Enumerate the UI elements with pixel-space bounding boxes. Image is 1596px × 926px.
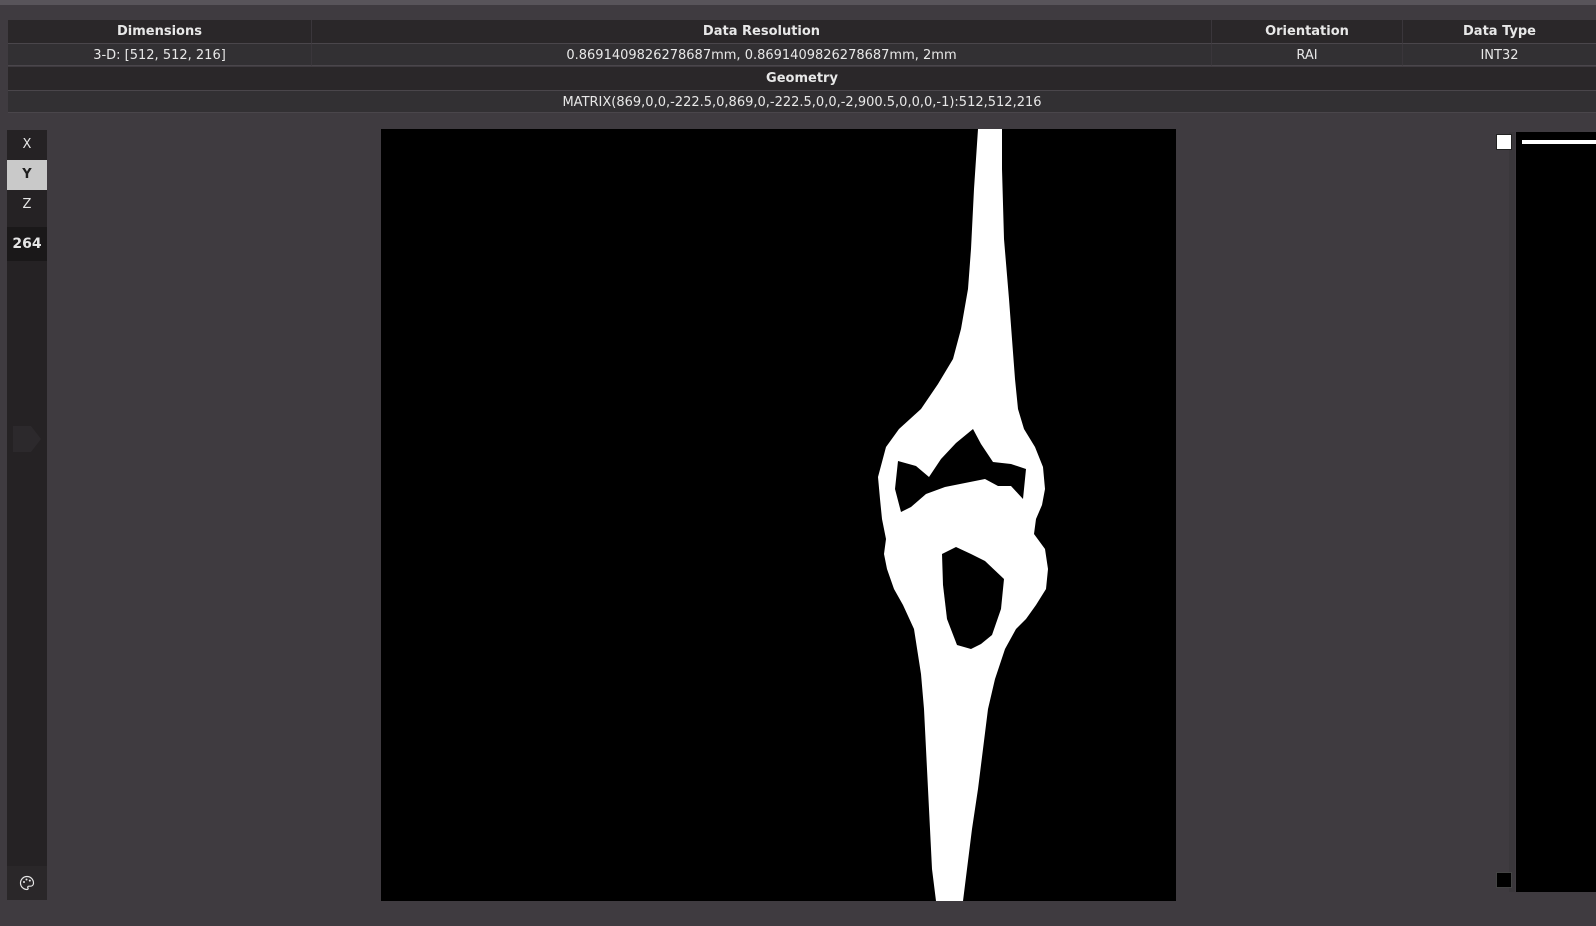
resolution-value: 0.8691409826278687mm, 0.8691409826278687… xyxy=(312,43,1212,66)
geometry-value: MATRIX(869,0,0,-222.5,0,869,0,-222.5,0,0… xyxy=(8,90,1596,113)
colormap-top-marker[interactable] xyxy=(1496,134,1512,150)
colormap-white-line xyxy=(1522,140,1596,144)
datatype-header: Data Type xyxy=(1403,20,1596,43)
orientation-value: RAI xyxy=(1212,43,1403,66)
info-header-row: Dimensions Data Resolution Orientation D… xyxy=(8,20,1596,43)
palette-button[interactable] xyxy=(7,866,47,900)
geometry-header: Geometry xyxy=(8,67,1596,90)
colormap-bottom-marker[interactable] xyxy=(1496,872,1512,888)
axis-z-button[interactable]: Z xyxy=(7,190,47,220)
colormap-rail xyxy=(1509,132,1515,892)
slider-handle-icon[interactable] xyxy=(7,424,43,458)
axis-x-button[interactable]: X xyxy=(7,130,47,160)
bone-mask-image xyxy=(878,129,1048,901)
top-strip xyxy=(0,0,1596,5)
geometry-value-row: MATRIX(869,0,0,-222.5,0,869,0,-222.5,0,0… xyxy=(8,90,1596,113)
dimensions-value: 3-D: [512, 512, 216] xyxy=(8,43,312,66)
dimensions-header: Dimensions xyxy=(8,20,312,43)
slice-viewport[interactable] xyxy=(381,129,1176,901)
slice-index-field[interactable]: 264 xyxy=(7,227,47,261)
colormap-gradient xyxy=(1516,132,1596,892)
orientation-header: Orientation xyxy=(1212,20,1403,43)
resolution-header: Data Resolution xyxy=(312,20,1212,43)
colormap-panel xyxy=(1496,132,1596,892)
palette-icon xyxy=(19,875,35,891)
info-value-row: 3-D: [512, 512, 216] 0.8691409826278687m… xyxy=(8,43,1596,66)
geometry-header-row: Geometry xyxy=(8,67,1596,90)
slice-control-bar: X Y Z 264 xyxy=(7,130,47,875)
axis-y-button[interactable]: Y xyxy=(7,160,47,190)
image-info-table: Dimensions Data Resolution Orientation D… xyxy=(8,20,1596,113)
datatype-value: INT32 xyxy=(1403,43,1596,66)
